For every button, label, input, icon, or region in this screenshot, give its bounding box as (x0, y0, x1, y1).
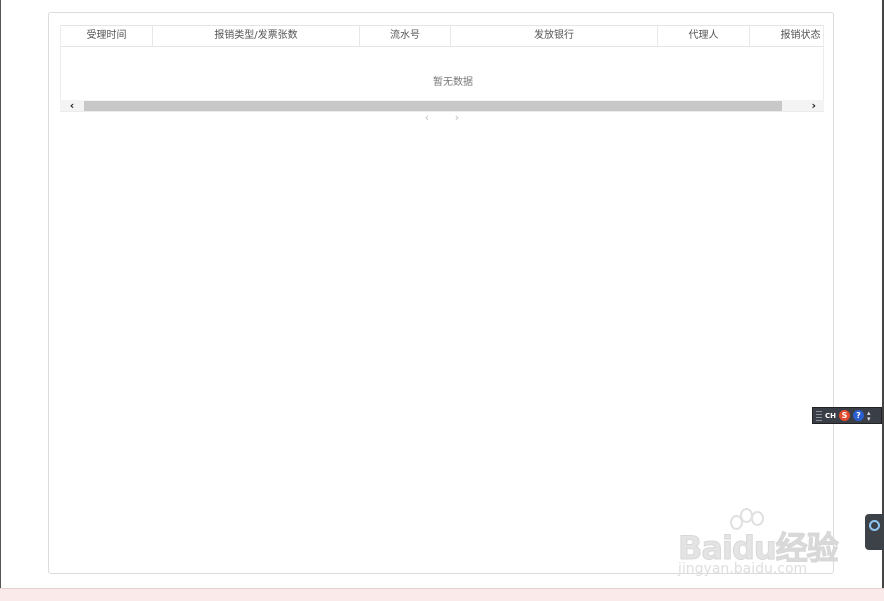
scrollbar-thumb[interactable] (84, 101, 782, 111)
watermark-logo: Baidu经验 jingyan.baidu.com (676, 505, 846, 585)
pagination: ‹ › (421, 111, 463, 125)
column-header-accept-time[interactable]: 受理时间 (61, 26, 153, 46)
column-header-agent[interactable]: 代理人 (658, 26, 750, 46)
table-header: 受理时间 报销类型/发票张数 流水号 发放银行 代理人 报销状态 (61, 25, 823, 47)
ime-options-arrow-icon[interactable]: ▴ ▾ (867, 409, 871, 422)
next-page-button[interactable]: › (451, 111, 463, 125)
ime-toolbar[interactable]: CH S ? ▴ ▾ (812, 407, 882, 424)
empty-state-text: 暂无数据 (433, 77, 473, 88)
column-header-reimburse-type[interactable]: 报销类型/发票张数 (153, 26, 360, 46)
bottom-status-strip (0, 588, 884, 601)
column-header-serial-number[interactable]: 流水号 (360, 26, 451, 46)
column-header-issuing-bank[interactable]: 发放银行 (451, 26, 658, 46)
ring-icon (869, 520, 880, 531)
drag-handle-icon[interactable] (816, 410, 822, 421)
watermark-url: jingyan.baidu.com (678, 561, 808, 577)
help-icon[interactable]: ? (853, 410, 864, 421)
sogou-logo-icon[interactable]: S (839, 410, 850, 421)
prev-page-button[interactable]: ‹ (421, 111, 433, 125)
column-header-status[interactable]: 报销状态 (750, 26, 823, 46)
chevron-right-icon[interactable]: › (782, 100, 824, 112)
window-left-border (0, 0, 1, 601)
side-tool-tab[interactable] (865, 514, 884, 550)
chevron-left-icon[interactable]: ‹ (60, 100, 84, 112)
data-table: 受理时间 报销类型/发票张数 流水号 发放银行 代理人 报销状态 暂无数据 (60, 25, 824, 112)
content-card: 受理时间 报销类型/发票张数 流水号 发放银行 代理人 报销状态 暂无数据 ‹ … (48, 12, 834, 574)
ime-language-label[interactable]: CH (825, 412, 836, 420)
